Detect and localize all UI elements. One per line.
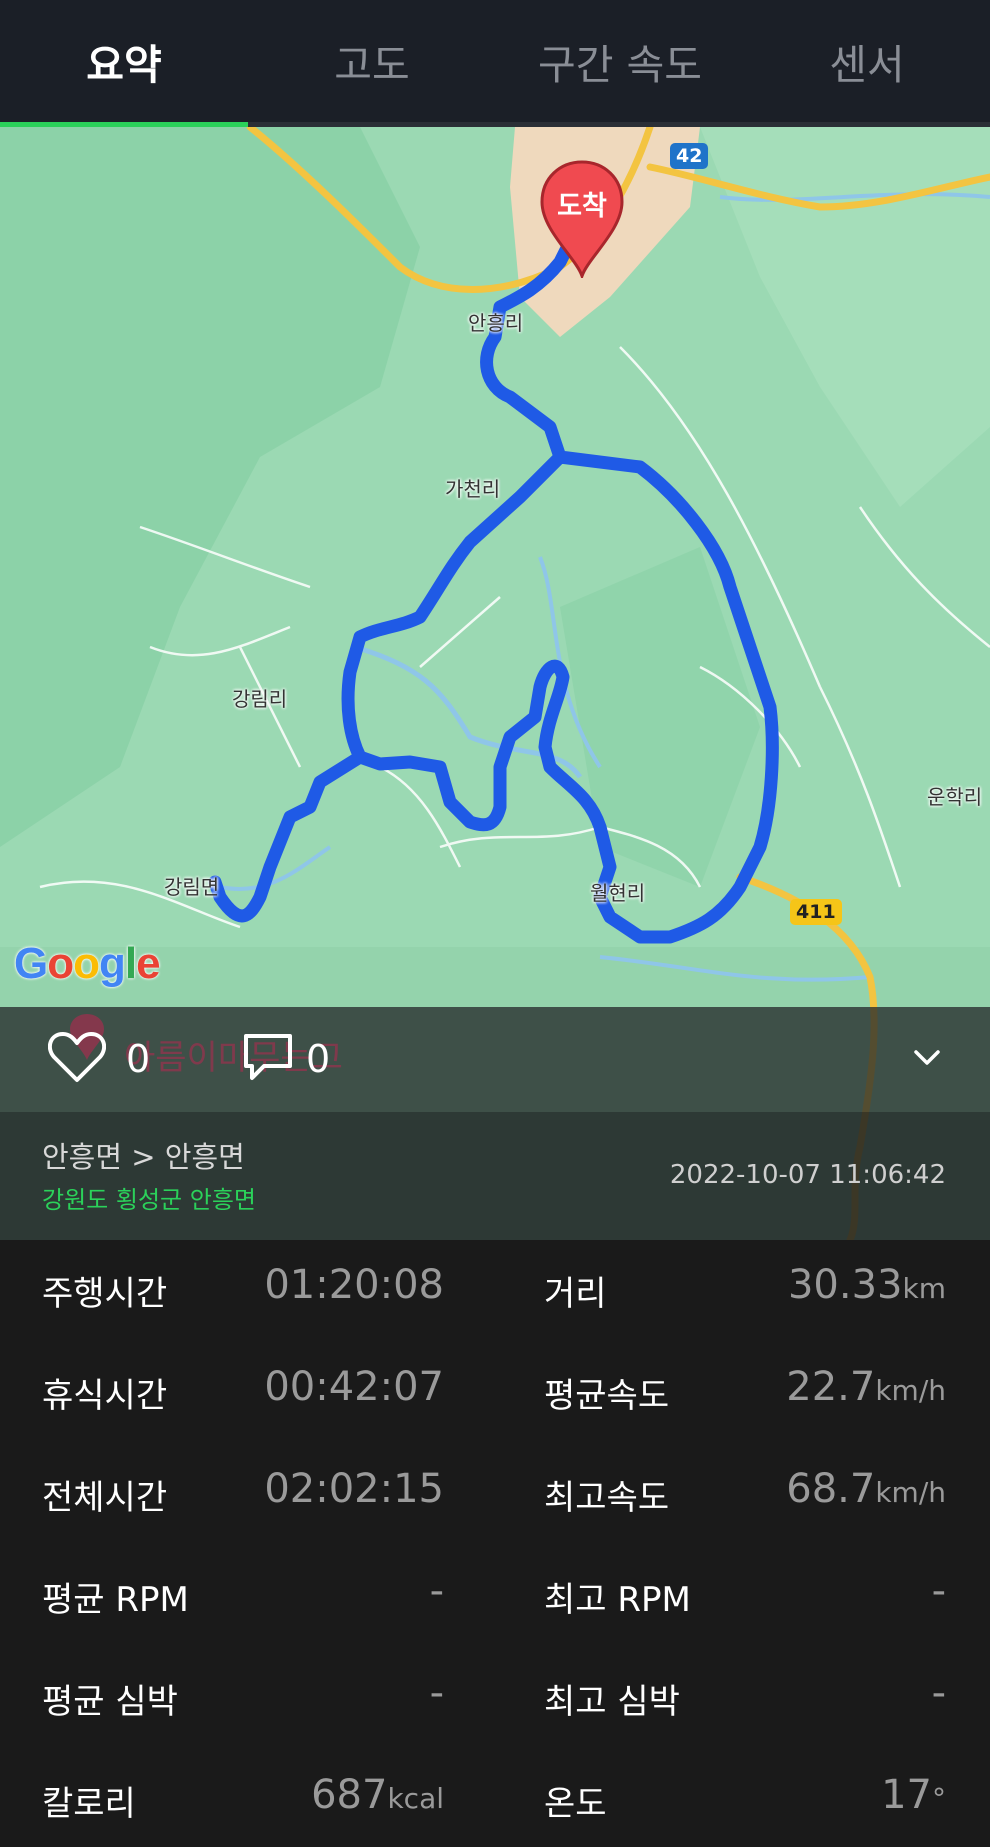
- temperature-value: 17°: [881, 1772, 946, 1818]
- max-hr-value: -: [931, 1670, 946, 1716]
- route-text: 안흥면 > 안흥면: [42, 1140, 245, 1174]
- ride-datetime: 2022-10-07 11:06:42: [669, 1160, 946, 1190]
- tab-elevation[interactable]: 고도: [248, 0, 496, 122]
- distance-unit: km: [902, 1272, 947, 1305]
- avg-speed-number: 22.7: [786, 1364, 876, 1410]
- heart-icon[interactable]: [48, 1030, 106, 1084]
- max-speed-value: 68.7km/h: [786, 1466, 946, 1512]
- avg-hr-value: -: [429, 1670, 444, 1716]
- arrival-pin-icon[interactable]: 도착: [536, 158, 628, 281]
- avg-rpm-value: -: [429, 1568, 444, 1614]
- rest-time-label: 휴식시간: [42, 1376, 168, 1416]
- avg-speed-unit: km/h: [875, 1374, 946, 1407]
- temperature-number: 17: [881, 1772, 932, 1818]
- distance-label: 거리: [544, 1274, 607, 1314]
- calories-value: 687kcal: [311, 1772, 444, 1818]
- calories-label: 칼로리: [42, 1784, 136, 1824]
- comment-icon[interactable]: [240, 1030, 296, 1082]
- temperature-unit: °: [932, 1782, 946, 1815]
- moving-time-label: 주행시간: [42, 1274, 168, 1314]
- comment-count: 0: [306, 1037, 331, 1081]
- moving-time-value: 01:20:08: [264, 1262, 444, 1308]
- rest-time-value: 00:42:07: [264, 1364, 444, 1410]
- stats-panel: [0, 1240, 990, 1847]
- max-rpm-value: -: [931, 1568, 946, 1614]
- max-speed-label: 최고속도: [544, 1478, 670, 1518]
- place-label: 가천리: [445, 477, 501, 501]
- place-label: 안흥리: [468, 311, 524, 335]
- place-label: 강림면: [164, 875, 220, 899]
- temperature-label: 온도: [544, 1784, 607, 1824]
- max-speed-unit: km/h: [875, 1476, 946, 1509]
- place-label: 월현리: [590, 881, 646, 905]
- place-label: 강림리: [232, 687, 288, 711]
- google-logo: Google: [14, 939, 161, 988]
- total-time-value: 02:02:15: [264, 1466, 444, 1512]
- arrival-pin-label: 도착: [557, 191, 607, 222]
- max-hr-label: 최고 심박: [544, 1682, 680, 1722]
- road-badge: 42: [670, 143, 709, 169]
- calories-unit: kcal: [387, 1782, 444, 1815]
- calories-number: 687: [311, 1772, 388, 1818]
- like-count: 0: [126, 1037, 151, 1081]
- place-label: 운학리: [927, 785, 983, 809]
- max-rpm-label: 최고 RPM: [544, 1580, 691, 1620]
- region-text: 강원도 횡성군 안흥면: [42, 1186, 256, 1214]
- max-speed-number: 68.7: [786, 1466, 876, 1512]
- tab-segment-speed[interactable]: 구간 속도: [496, 0, 744, 122]
- tab-sensor[interactable]: 센서: [744, 0, 990, 122]
- avg-speed-value: 22.7km/h: [786, 1364, 946, 1410]
- chevron-down-icon[interactable]: [910, 1040, 944, 1074]
- distance-number: 30.33: [787, 1262, 903, 1308]
- distance-value: 30.33km: [788, 1262, 946, 1308]
- avg-hr-label: 평균 심박: [42, 1682, 178, 1722]
- road-badge: 411: [790, 899, 842, 925]
- total-time-label: 전체시간: [42, 1478, 168, 1518]
- avg-rpm-label: 평균 RPM: [42, 1580, 189, 1620]
- avg-speed-label: 평균속도: [544, 1376, 670, 1416]
- tab-summary[interactable]: 요약: [0, 0, 248, 122]
